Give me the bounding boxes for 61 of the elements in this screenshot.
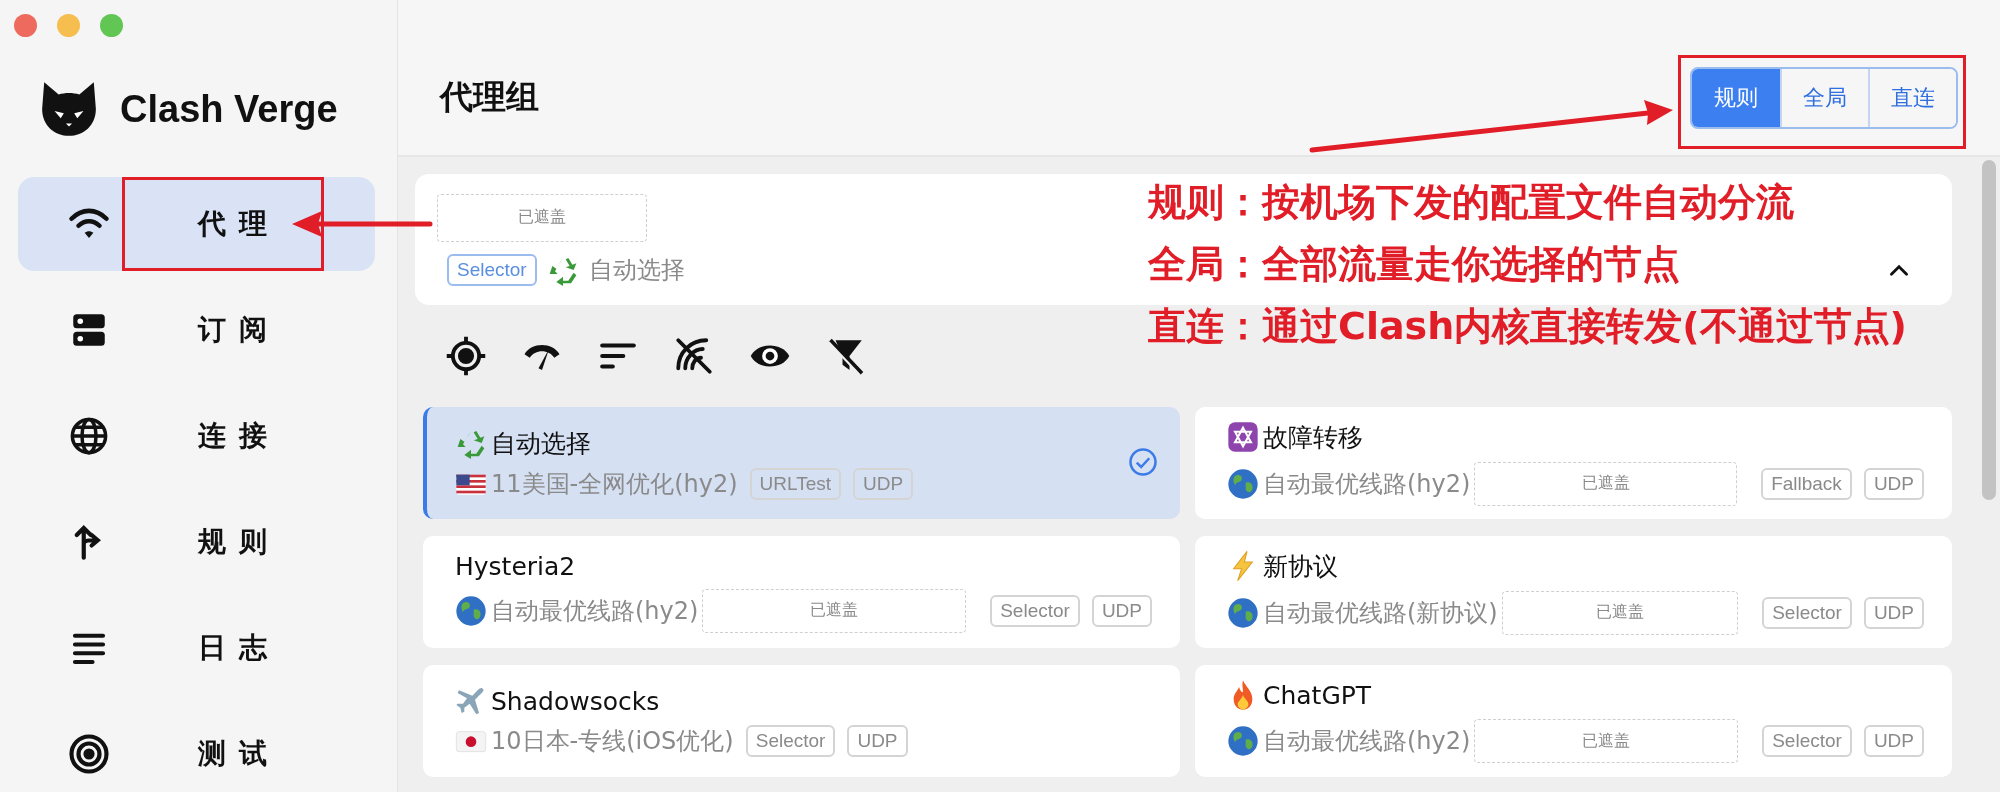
proxy-card[interactable]: Hysteria2 自动最优线路(hy2) 已遮盖 Selector UDP (423, 536, 1180, 648)
proxy-card[interactable]: Shadowsocks 10日本-专线(iOS优化) Selector UDP (423, 665, 1180, 777)
mode-tab[interactable]: 直连 (1868, 68, 1956, 127)
current-proxy: 自动最优线路(hy2) (491, 595, 699, 627)
type-tag: Selector (745, 725, 836, 757)
proxy-group-name: ChatGPT (1263, 680, 1372, 710)
proxy-group-name: 故障转移 (1263, 421, 1363, 454)
proxy-group-name: 自动选择 (491, 427, 591, 460)
app-name: Clash Verge (120, 87, 338, 131)
globe-icon (68, 415, 110, 457)
globe-icon (455, 594, 487, 627)
type-tag: Selector (1762, 725, 1852, 757)
udp-tag: UDP (853, 467, 914, 500)
nav-item[interactable]: 连接 (18, 389, 375, 483)
redacted-box: 已遮盖 (1474, 461, 1738, 506)
proxy-card[interactable]: 新协议 自动最优线路(新协议) 已遮盖 Selector UDP (1195, 536, 1952, 648)
type-tag: Selector (990, 594, 1080, 627)
udp-tag: UDP (1091, 594, 1152, 627)
type-tag: Selector (447, 253, 537, 286)
annotation-text: 直连：通过Clash内核直接转发(不通过节点) (1148, 303, 1907, 350)
mode-tab[interactable]: 规则 (1692, 68, 1780, 127)
nav-item[interactable]: 规则 (18, 495, 375, 589)
type-tag: Fallback (1761, 467, 1852, 500)
redacted-box: 已遮盖 (1474, 719, 1739, 763)
type-tag: Selector (1762, 596, 1852, 629)
annotation-text: 规则：按机场下发的配置文件自动分流 (1148, 179, 1794, 226)
proxy-group-name: 新协议 (1263, 550, 1338, 583)
scrollbar[interactable] (1982, 160, 1996, 500)
proxy-card[interactable]: 自动选择 11美国-全网优化(hy2) URLTest UDP (423, 407, 1180, 519)
check-circle-icon (1128, 447, 1158, 477)
current-proxy: 自动选择 (588, 254, 685, 286)
proxy-group-name: Hysteria2 (455, 551, 576, 581)
proxy-card[interactable]: 故障转移 自动最优线路(hy2) 已遮盖 Fallback UDP (1195, 407, 1952, 519)
page-title: 代理组 (440, 76, 539, 118)
close-button[interactable] (14, 14, 37, 37)
nav-item[interactable]: 日志 (18, 601, 375, 695)
udp-tag: UDP (847, 725, 908, 757)
signal-off-icon[interactable] (673, 335, 715, 377)
redacted-box: 已遮盖 (437, 193, 647, 242)
globe-icon (1227, 467, 1259, 500)
proxy-group-name: Shadowsocks (491, 686, 660, 716)
type-tag: URLTest (749, 467, 842, 500)
annotation-text: 全局：全部流量走你选择的节点 (1148, 241, 1680, 288)
nav-item[interactable]: 代理 (18, 177, 375, 271)
current-proxy: 自动最优线路(新协议) (1263, 597, 1498, 629)
current-proxy: 自动最优线路(hy2) (1263, 468, 1471, 500)
redacted-box: 已遮盖 (702, 588, 967, 633)
current-proxy: 10日本-专线(iOS优化) (491, 726, 734, 757)
udp-tag: UDP (1863, 725, 1924, 757)
proxy-card[interactable]: ChatGPT 自动最优线路(hy2) 已遮盖 Selector UDP (1195, 665, 1952, 777)
nav-item[interactable]: 订阅 (18, 283, 375, 377)
current-proxy: 自动最优线路(hy2) (1263, 726, 1471, 757)
redacted-box: 已遮盖 (1501, 590, 1739, 635)
current-proxy: 11美国-全网优化(hy2) (491, 468, 738, 500)
globe-icon (1227, 725, 1259, 757)
udp-tag: UDP (1863, 467, 1924, 500)
globe-icon (1227, 596, 1259, 629)
nav-item[interactable]: 测试 (18, 707, 375, 792)
target-icon (68, 733, 110, 775)
udp-tag: UDP (1863, 596, 1924, 629)
locate-icon[interactable] (445, 335, 487, 377)
